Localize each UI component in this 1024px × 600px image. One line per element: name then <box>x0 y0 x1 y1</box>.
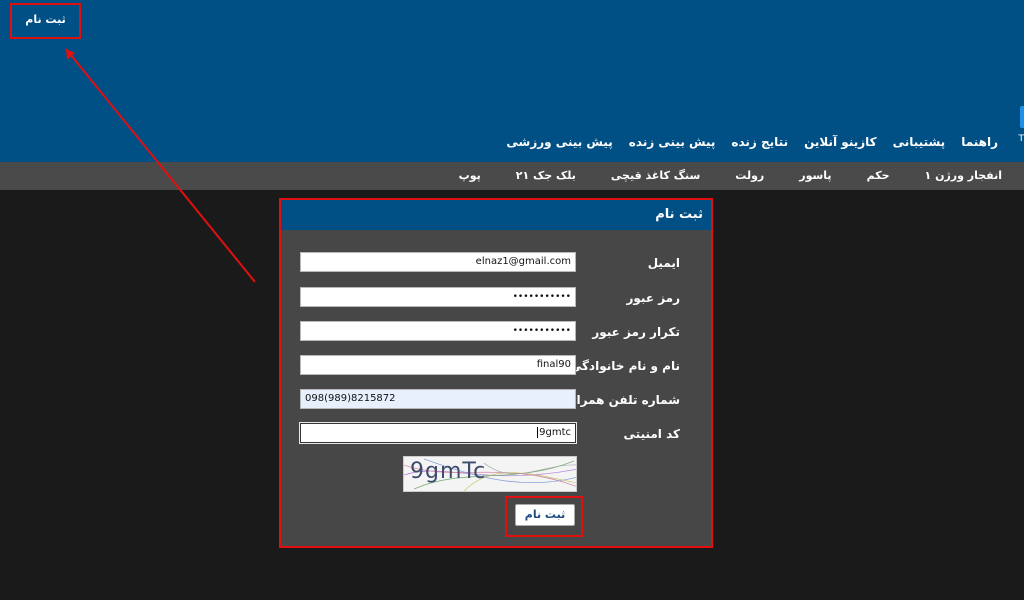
annotation-arrow <box>65 48 256 283</box>
